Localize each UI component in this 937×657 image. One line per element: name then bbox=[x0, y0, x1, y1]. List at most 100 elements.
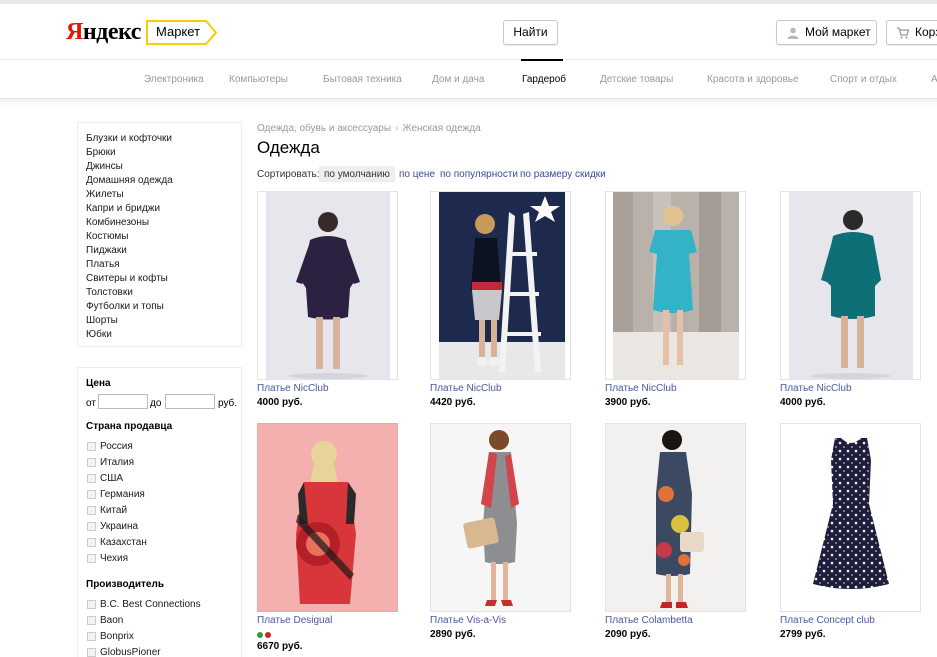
product-image[interactable] bbox=[780, 423, 921, 612]
checkbox[interactable] bbox=[87, 538, 96, 547]
cart-button[interactable]: Корз bbox=[886, 20, 937, 45]
checkbox[interactable] bbox=[87, 554, 96, 563]
logo-rest: ндекс bbox=[82, 19, 142, 45]
nav-item-more[interactable]: А bbox=[931, 74, 937, 86]
cart-icon bbox=[897, 27, 909, 39]
category-item[interactable]: Шорты bbox=[86, 314, 241, 328]
checkbox[interactable] bbox=[87, 490, 96, 499]
checkbox[interactable] bbox=[87, 442, 96, 451]
price-currency: руб. bbox=[218, 398, 238, 409]
product-name[interactable]: Платье Desigual bbox=[257, 615, 332, 627]
product-image[interactable] bbox=[430, 423, 571, 612]
product-price: 4000 руб. bbox=[780, 397, 826, 408]
find-button[interactable]: Найти bbox=[503, 20, 558, 45]
nav-item-appliances[interactable]: Бытовая техника bbox=[323, 74, 402, 86]
sort-by-popularity[interactable]: по популярности bbox=[440, 169, 518, 180]
product-name[interactable]: Платье NicClub bbox=[430, 383, 502, 395]
country-option[interactable]: Украина bbox=[86, 519, 241, 535]
product-photo bbox=[606, 424, 745, 611]
maker-filter-title: Производитель bbox=[86, 579, 164, 590]
category-item[interactable]: Платья bbox=[86, 258, 241, 272]
category-item[interactable]: Свитеры и кофты bbox=[86, 272, 241, 286]
filters-panel: Цена от до руб. Страна продавца Россия И… bbox=[77, 367, 242, 657]
nav-item-sport[interactable]: Спорт и отдых bbox=[830, 74, 897, 86]
product-image[interactable] bbox=[257, 191, 398, 380]
category-item[interactable]: Капри и бриджи bbox=[86, 202, 241, 216]
yandex-logo[interactable]: Яндекс bbox=[66, 19, 141, 45]
category-item[interactable]: Блузки и кофточки bbox=[86, 132, 241, 146]
product-image[interactable] bbox=[780, 191, 921, 380]
category-item[interactable]: Костюмы bbox=[86, 230, 241, 244]
country-option[interactable]: Казахстан bbox=[86, 535, 241, 551]
country-option[interactable]: Италия bbox=[86, 455, 241, 471]
color-swatch-green[interactable] bbox=[257, 632, 263, 638]
page-title: Одежда bbox=[257, 138, 320, 157]
category-item[interactable]: Брюки bbox=[86, 146, 241, 160]
country-option[interactable]: Чехия bbox=[86, 551, 241, 567]
product-price: 2799 руб. bbox=[780, 629, 826, 640]
product-name[interactable]: Платье Colambetta bbox=[605, 615, 693, 627]
category-item[interactable]: Домашняя одежда bbox=[86, 174, 241, 188]
nav-item-kids[interactable]: Детские товары bbox=[600, 74, 673, 86]
product-name[interactable]: Платье Vis-a-Vis bbox=[430, 615, 506, 627]
header-shadow bbox=[0, 99, 937, 107]
sort-label: Сортировать: bbox=[257, 169, 320, 180]
category-item[interactable]: Футболки и топы bbox=[86, 300, 241, 314]
price-from-input[interactable] bbox=[98, 394, 148, 409]
product-image[interactable] bbox=[430, 191, 571, 380]
category-item[interactable]: Пиджаки bbox=[86, 244, 241, 258]
product-name[interactable]: Платье NicClub bbox=[257, 383, 329, 395]
cart-label: Корз bbox=[915, 25, 937, 39]
category-item[interactable]: Жилеты bbox=[86, 188, 241, 202]
nav-item-beauty[interactable]: Красота и здоровье bbox=[707, 74, 799, 86]
nav-item-home-garden[interactable]: Дом и дача bbox=[432, 74, 484, 86]
product-price: 6670 руб. bbox=[257, 641, 303, 652]
sort-by-price[interactable]: по цене bbox=[399, 169, 435, 180]
breadcrumb-item[interactable]: Одежда, обувь и аксессуары bbox=[257, 123, 391, 134]
sort-default[interactable]: по умолчанию bbox=[319, 166, 395, 182]
sort-by-discount[interactable]: по размеру скидки bbox=[520, 169, 606, 180]
category-item[interactable]: Толстовки bbox=[86, 286, 241, 300]
country-option[interactable]: США bbox=[86, 471, 241, 487]
country-filter-title: Страна продавца bbox=[86, 421, 173, 432]
product-photo bbox=[613, 192, 739, 379]
maker-option[interactable]: Bonprix bbox=[86, 629, 241, 645]
country-option[interactable]: Россия bbox=[86, 439, 241, 455]
country-option[interactable]: Германия bbox=[86, 487, 241, 503]
product-price: 4000 руб. bbox=[257, 397, 303, 408]
color-swatches[interactable] bbox=[257, 629, 273, 638]
checkbox[interactable] bbox=[87, 600, 96, 609]
category-item[interactable]: Джинсы bbox=[86, 160, 241, 174]
market-tag[interactable]: Маркет bbox=[146, 20, 218, 45]
checkbox[interactable] bbox=[87, 616, 96, 625]
breadcrumb-item[interactable]: Женская одежда bbox=[402, 123, 480, 134]
price-to-input[interactable] bbox=[165, 394, 215, 409]
product-image[interactable] bbox=[605, 191, 746, 380]
checkbox[interactable] bbox=[87, 632, 96, 641]
product-image[interactable] bbox=[605, 423, 746, 612]
product-name[interactable]: Платье NicClub bbox=[605, 383, 677, 395]
nav-item-electronics[interactable]: Электроника bbox=[144, 74, 204, 86]
checkbox[interactable] bbox=[87, 506, 96, 515]
checkbox[interactable] bbox=[87, 522, 96, 531]
maker-option[interactable]: Baon bbox=[86, 613, 241, 629]
my-market-button[interactable]: Мой маркет bbox=[776, 20, 877, 45]
checkbox[interactable] bbox=[87, 474, 96, 483]
category-nav: Электроника Компьютеры Бытовая техника Д… bbox=[0, 59, 937, 99]
product-name[interactable]: Платье Concept club bbox=[780, 615, 875, 627]
nav-item-computers[interactable]: Компьютеры bbox=[229, 74, 288, 86]
color-swatch-red[interactable] bbox=[265, 632, 271, 638]
nav-item-wardrobe[interactable]: Гардероб bbox=[522, 74, 566, 86]
maker-option[interactable]: GlobusPioner bbox=[86, 645, 241, 657]
logo-first-letter: Я bbox=[66, 19, 83, 45]
category-item[interactable]: Юбки bbox=[86, 328, 241, 342]
checkbox[interactable] bbox=[87, 458, 96, 467]
product-name[interactable]: Платье NicClub bbox=[780, 383, 852, 395]
country-option-label: Украина bbox=[100, 521, 139, 532]
product-image[interactable] bbox=[257, 423, 398, 612]
checkbox[interactable] bbox=[87, 648, 96, 657]
category-item[interactable]: Комбинезоны bbox=[86, 216, 241, 230]
breadcrumb-chevron-icon: › bbox=[395, 123, 399, 134]
country-option[interactable]: Китай bbox=[86, 503, 241, 519]
maker-option[interactable]: B.C. Best Connections bbox=[86, 597, 241, 613]
